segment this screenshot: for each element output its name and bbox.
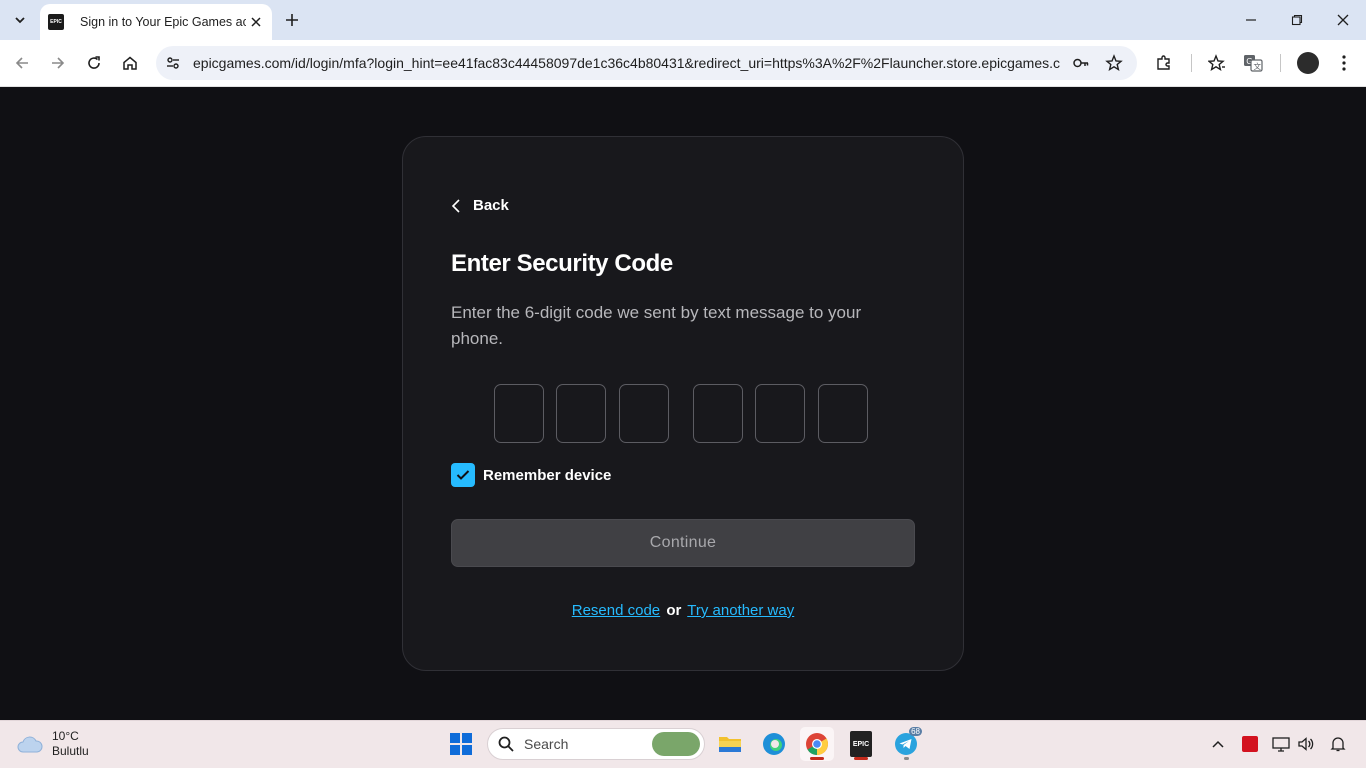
active-tab[interactable]: EPIC Sign in to Your Epic Games acco	[40, 4, 272, 40]
restore-button[interactable]	[1285, 8, 1309, 32]
remember-device-row[interactable]: Remember device	[451, 463, 611, 487]
arrow-right-icon	[52, 57, 65, 69]
page-title: Enter Security Code	[451, 250, 673, 277]
back-nav-button[interactable]	[10, 51, 34, 75]
password-key-icon[interactable]	[1072, 54, 1090, 72]
favorites-icon[interactable]	[1206, 52, 1228, 74]
translate-icon[interactable]: G文	[1242, 52, 1264, 74]
chevron-up-icon[interactable]	[1208, 734, 1228, 754]
continue-button[interactable]: Continue	[451, 519, 915, 567]
remember-device-label: Remember device	[483, 466, 612, 484]
search-label: Search	[524, 736, 569, 752]
site-info-icon[interactable]	[164, 54, 182, 72]
address-bar[interactable]: epicgames.com/id/login/mfa?login_hint=ee…	[156, 46, 1137, 80]
instructions-text: Enter the 6-digit code we sent by text m…	[451, 303, 862, 348]
code-digit-5[interactable]	[755, 384, 805, 443]
tab-close-button[interactable]	[248, 14, 264, 30]
close-icon	[1337, 14, 1349, 26]
code-digit-3[interactable]	[619, 384, 669, 443]
epic-logo: EPIC	[850, 731, 872, 757]
start-button[interactable]	[450, 733, 472, 755]
close-icon	[251, 17, 261, 27]
code-digit-4[interactable]	[693, 384, 743, 443]
arrow-left-icon	[15, 57, 28, 69]
search-highlight-image	[652, 732, 700, 756]
toolbar-divider	[1280, 54, 1281, 72]
telegram-icon[interactable]: 68	[889, 727, 923, 761]
browser-tab-bar: EPIC Sign in to Your Epic Games acco	[0, 0, 1366, 40]
close-window-button[interactable]	[1331, 8, 1355, 32]
weather-description: Bulutlu	[52, 744, 89, 758]
alternate-actions: Resend code or Try another way	[403, 602, 963, 619]
chevron-left-icon	[451, 198, 460, 213]
bookmark-star-icon[interactable]	[1105, 54, 1123, 72]
search-icon	[498, 736, 514, 752]
code-digit-6[interactable]	[818, 384, 868, 443]
extensions-icon[interactable]	[1153, 52, 1175, 74]
back-label: Back	[473, 197, 509, 214]
taskbar-search[interactable]: Search	[487, 728, 705, 760]
active-app-indicator	[854, 757, 868, 760]
try-another-way-link[interactable]: Try another way	[687, 602, 794, 619]
minimize-button[interactable]	[1239, 8, 1263, 32]
menu-more-icon[interactable]	[1333, 52, 1355, 74]
new-tab-button[interactable]	[282, 10, 302, 30]
toolbar-divider	[1191, 54, 1192, 72]
tab-title: Sign in to Your Epic Games acco	[80, 15, 246, 29]
epic-games-launcher-icon[interactable]: EPIC	[844, 727, 878, 761]
remember-device-checkbox[interactable]	[451, 463, 475, 487]
or-text: or	[666, 602, 682, 619]
network-icon[interactable]	[1271, 734, 1291, 754]
plus-icon	[286, 14, 298, 26]
checkmark-icon	[456, 470, 470, 480]
mfa-card: Back Enter Security Code Enter the 6-dig…	[402, 136, 964, 671]
browser-toolbar: epicgames.com/id/login/mfa?login_hint=ee…	[0, 40, 1366, 87]
tab-search-button[interactable]	[8, 8, 32, 32]
epic-favicon-icon: EPIC	[48, 14, 64, 30]
weather-widget[interactable]: 10°C Bulutlu	[16, 729, 89, 759]
notification-bell-icon[interactable]	[1328, 734, 1348, 754]
code-digit-1[interactable]	[494, 384, 544, 443]
code-digit-2[interactable]	[556, 384, 606, 443]
resend-code-link[interactable]: Resend code	[572, 602, 660, 619]
running-app-indicator	[904, 757, 909, 760]
svg-text:文: 文	[1254, 61, 1262, 71]
chrome-browser-icon[interactable]	[800, 727, 834, 761]
restore-icon	[1291, 14, 1303, 26]
home-button[interactable]	[118, 51, 142, 75]
file-explorer-icon[interactable]	[713, 727, 747, 761]
home-icon	[123, 56, 137, 70]
forward-nav-button[interactable]	[46, 51, 70, 75]
chevron-down-icon	[15, 17, 25, 24]
page-content: Back Enter Security Code Enter the 6-dig…	[0, 88, 1366, 720]
windows-taskbar: 10°C Bulutlu Search EPIC 68	[0, 720, 1366, 768]
url-text[interactable]: epicgames.com/id/login/mfa?login_hint=ee…	[193, 55, 1061, 71]
cloud-icon	[17, 736, 43, 753]
reload-icon	[88, 56, 100, 69]
profile-avatar[interactable]	[1297, 52, 1319, 74]
active-app-indicator	[810, 757, 824, 760]
weather-temperature: 10°C	[52, 729, 79, 743]
reload-button[interactable]	[82, 51, 106, 75]
minimize-icon	[1246, 19, 1256, 21]
volume-icon[interactable]	[1296, 734, 1316, 754]
edge-browser-icon[interactable]	[757, 727, 791, 761]
back-link[interactable]: Back	[451, 197, 509, 214]
security-app-tray-icon[interactable]	[1240, 734, 1260, 754]
telegram-unread-badge: 68	[909, 727, 922, 736]
